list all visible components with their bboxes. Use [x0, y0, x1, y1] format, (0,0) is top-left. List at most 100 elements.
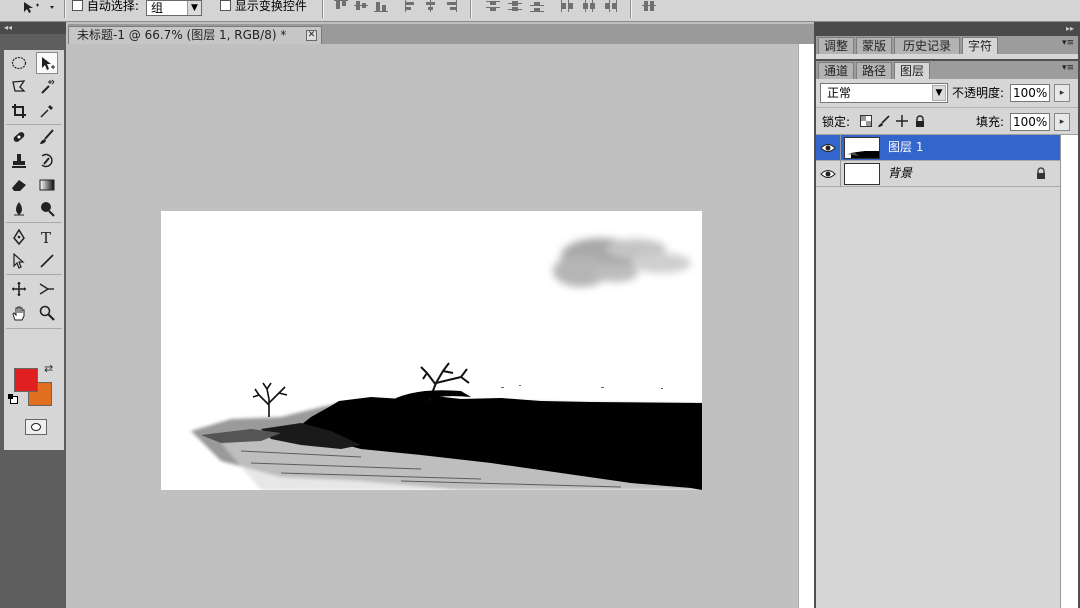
layers-lock-row: 锁定: 填充: 100% ▸ — [816, 107, 1078, 135]
distribute-vcenter-icon[interactable] — [508, 0, 522, 12]
opacity-input[interactable]: 100% — [1010, 84, 1050, 102]
separator — [470, 0, 472, 18]
show-transform-box[interactable] — [220, 0, 231, 11]
layers-panel: 正常 ▼ 不透明度: 100% ▸ 锁定: 填充: 100% ▸ 图层 1 背景 — [816, 79, 1078, 608]
distribute-top-icon[interactable] — [486, 0, 500, 12]
blend-mode-value: 正常 — [827, 86, 852, 100]
tool-separator — [6, 222, 62, 223]
layer-row-layer-1[interactable]: 图层 1 — [816, 135, 1060, 161]
clone-stamp-icon[interactable] — [8, 150, 30, 172]
layer-row-background[interactable]: 背景 — [816, 161, 1060, 187]
eyedropper-icon[interactable] — [36, 100, 58, 122]
fill-input[interactable]: 100% — [1010, 113, 1050, 131]
toolbox-collapse-button[interactable]: ◂◂ — [0, 22, 66, 34]
swap-colors-icon[interactable]: ⇄ — [44, 362, 53, 375]
distribute-hcenter-icon[interactable] — [582, 0, 596, 12]
history-brush-icon[interactable] — [36, 150, 58, 172]
lock-all-icon[interactable] — [914, 115, 926, 127]
document-tab-title: 未标题-1 @ 66.7% (图层 1, RGB/8) * — [77, 28, 287, 42]
healing-brush-icon[interactable] — [8, 126, 30, 148]
hand-icon[interactable] — [8, 302, 30, 324]
distribute-bottom-icon[interactable] — [530, 0, 544, 12]
toolbox-tools: T ⇄ — [4, 50, 64, 450]
align-vcenter-icon[interactable] — [354, 0, 368, 12]
auto-select-target-dropdown[interactable]: 组 ▼ — [146, 0, 202, 16]
separator — [630, 0, 632, 18]
canvas-vertical-scrollbar[interactable] — [798, 44, 814, 608]
eye-icon[interactable] — [820, 140, 836, 156]
show-transform-label: 显示变换控件 — [234, 0, 307, 13]
type-tool-glyph: T — [41, 229, 51, 245]
lasso-icon[interactable] — [8, 76, 30, 98]
path-selection-icon[interactable] — [8, 250, 30, 272]
divider — [840, 161, 841, 187]
panel-menu-icon[interactable]: ▾≡ — [1062, 38, 1074, 48]
tree-left — [252, 382, 288, 417]
tab-masks[interactable]: 蒙版 — [856, 37, 892, 54]
3d-rotate-icon[interactable] — [8, 278, 30, 300]
align-right-icon[interactable] — [444, 0, 458, 12]
align-hcenter-icon[interactable] — [424, 0, 438, 12]
lock-transparent-pixels-icon[interactable] — [860, 115, 872, 127]
panel-menu-icon[interactable]: ▾≡ — [1062, 63, 1074, 73]
lock-position-icon[interactable] — [896, 115, 908, 127]
auto-align-icon[interactable] — [642, 0, 656, 12]
eye-icon[interactable] — [820, 166, 836, 182]
default-colors-icon[interactable] — [8, 394, 18, 404]
tab-paths[interactable]: 路径 — [856, 62, 892, 79]
tool-preset-picker[interactable] — [4, 0, 60, 16]
auto-select-target-value: 组 — [151, 1, 164, 15]
brush-icon[interactable] — [36, 126, 58, 148]
align-bottom-icon[interactable] — [374, 0, 388, 12]
document-tab[interactable]: 未标题-1 @ 66.7% (图层 1, RGB/8) * ✕ — [68, 26, 322, 44]
foreground-color-swatch[interactable] — [14, 368, 38, 392]
move-icon[interactable] — [36, 52, 58, 74]
show-transform-checkbox[interactable]: 显示变换控件 — [220, 0, 307, 12]
chevron-down-icon[interactable]: ▼ — [932, 85, 946, 101]
layer-name[interactable]: 图层 1 — [888, 140, 923, 154]
tab-adjustments[interactable]: 调整 — [818, 37, 854, 54]
auto-select-checkbox[interactable]: 自动选择: — [72, 0, 139, 12]
panel-dock-collapse-button[interactable]: ▸▸ — [814, 22, 1080, 36]
layer-thumbnail — [844, 163, 880, 185]
layer-panel-tabs: 通道 路径 图层 ▾≡ — [816, 61, 1078, 79]
opacity-slider-arrow-icon[interactable]: ▸ — [1054, 84, 1070, 102]
blur-icon[interactable] — [8, 198, 30, 220]
elliptical-marquee-icon[interactable] — [8, 52, 30, 74]
opacity-label: 不透明度: — [952, 86, 1005, 100]
crop-icon[interactable] — [8, 100, 30, 122]
3d-orbit-icon[interactable] — [36, 278, 58, 300]
align-left-icon[interactable] — [404, 0, 418, 12]
gradient-icon[interactable] — [36, 174, 58, 196]
auto-select-box[interactable] — [72, 0, 83, 11]
line-icon[interactable] — [36, 250, 58, 272]
tab-layers[interactable]: 图层 — [894, 62, 930, 79]
layers-scrollbar[interactable] — [1060, 135, 1078, 608]
lock-image-pixels-icon[interactable] — [878, 115, 890, 127]
distribute-left-icon[interactable] — [560, 0, 574, 12]
canvas-workspace[interactable] — [68, 44, 798, 608]
magic-wand-icon[interactable] — [36, 76, 58, 98]
layer-name[interactable]: 背景 — [888, 166, 912, 180]
align-top-icon[interactable] — [334, 0, 348, 12]
close-icon[interactable]: ✕ — [306, 30, 317, 41]
divider — [840, 135, 841, 161]
distribute-right-icon[interactable] — [604, 0, 618, 12]
type-icon[interactable]: T — [36, 226, 58, 248]
chevron-down-icon[interactable]: ▼ — [187, 1, 201, 15]
fill-slider-arrow-icon[interactable]: ▸ — [1054, 113, 1070, 131]
eraser-icon[interactable] — [8, 174, 30, 196]
tab-history[interactable]: 历史记录 — [894, 37, 960, 54]
zoom-icon[interactable] — [36, 302, 58, 324]
ink-landscape-image — [191, 238, 702, 490]
cloud-shape — [553, 238, 691, 287]
tab-character[interactable]: 字符 — [962, 37, 998, 54]
dodge-icon[interactable] — [36, 198, 58, 220]
blend-mode-dropdown[interactable]: 正常 ▼ — [820, 83, 948, 103]
document-canvas[interactable] — [161, 211, 702, 490]
tab-channels[interactable]: 通道 — [818, 62, 854, 79]
pen-icon[interactable] — [8, 226, 30, 248]
distant-specks — [501, 385, 663, 389]
quick-mask-button[interactable] — [25, 419, 47, 435]
layer-list: 图层 1 背景 — [816, 135, 1060, 608]
